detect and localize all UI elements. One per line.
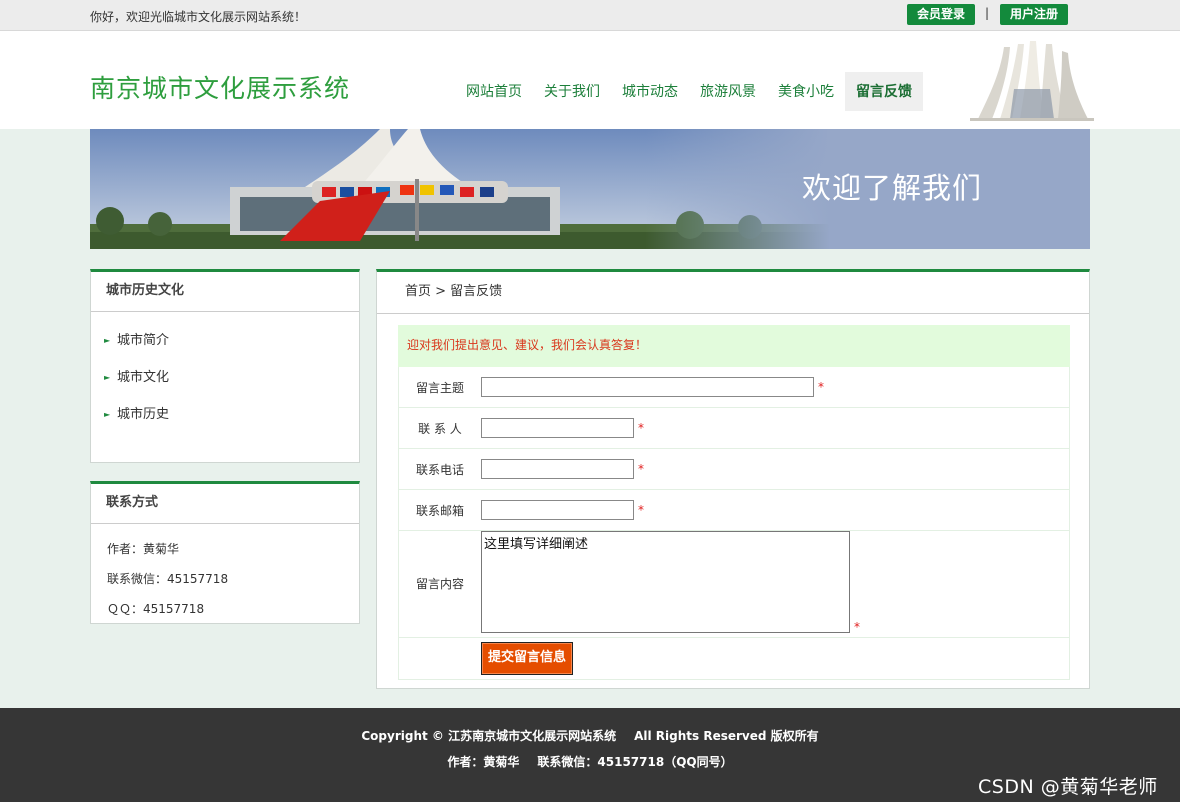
site-header: 南京城市文化展示系统 网站首页 关于我们 城市动态 旅游风景 美食小吃 留言反馈: [0, 31, 1180, 129]
footer-author: 作者：黄菊华: [447, 755, 520, 769]
sidebar-history-box: 城市历史文化 ► 城市简介 ► 城市文化 ► 城市历史: [90, 269, 360, 463]
topbar-separator: |: [985, 6, 990, 20]
contact-label: 联 系 人: [418, 422, 462, 436]
form-row-content: 留言内容 这里填写详细阐述 *: [399, 531, 1069, 638]
sidebar-history-title: 城市历史文化: [91, 272, 359, 312]
contact-details: 作者：黄菊华 联系微信：45157718 ＱＱ：45157718: [91, 524, 359, 624]
nav-item-food[interactable]: 美食小吃: [767, 72, 845, 111]
required-mark: *: [818, 380, 824, 394]
content-label: 留言内容: [415, 577, 464, 591]
sidebar-contact-box: 联系方式 作者：黄菊华 联系微信：45157718 ＱＱ：45157718: [90, 481, 360, 624]
form-row-contact: 联 系 人 *: [399, 408, 1069, 449]
feedback-form: 留言主题 * 联 系 人 * 联系电话 * 联系邮箱 * 留言内容 这里填写详细…: [398, 367, 1070, 680]
page-banner: 欢迎了解我们: [90, 129, 1090, 249]
contact-input[interactable]: [481, 418, 634, 438]
phone-label: 联系电话: [415, 463, 464, 477]
sidebar-contact-title: 联系方式: [91, 484, 359, 524]
required-mark: *: [638, 503, 644, 517]
contact-qq: ＱＱ：45157718: [107, 602, 205, 616]
banner-photo: [90, 129, 830, 249]
form-row-subject: 留言主题 *: [399, 367, 1069, 408]
login-button[interactable]: 会员登录: [907, 4, 976, 25]
phone-input[interactable]: [481, 459, 634, 479]
bullet-arrow-icon: ►: [104, 336, 111, 345]
notice-message: 迎对我们提出意见、建议，我们会认真答复！: [398, 325, 1070, 367]
building-logo-image: [970, 41, 1094, 121]
main-nav: 网站首页 关于我们 城市动态 旅游风景 美食小吃 留言反馈: [455, 72, 923, 111]
breadcrumb: 首页 > 留言反馈: [377, 272, 1089, 314]
email-input[interactable]: [481, 500, 634, 520]
sidebar-item-intro[interactable]: ► 城市简介: [91, 324, 359, 361]
footer-line-1: Copyright © 江苏南京城市文化展示网站系统 All Rights Res…: [0, 727, 1180, 744]
subject-input[interactable]: [481, 377, 814, 397]
contact-wechat: 联系微信：45157718: [107, 572, 229, 586]
nav-item-about[interactable]: 关于我们: [533, 72, 611, 111]
required-mark: *: [854, 620, 860, 634]
csdn-watermark: CSDN @黄菊华老师: [978, 776, 1158, 798]
nav-item-news[interactable]: 城市动态: [611, 72, 689, 111]
content-textarea[interactable]: 这里填写详细阐述: [481, 531, 850, 633]
nav-item-scenery[interactable]: 旅游风景: [689, 72, 767, 111]
contact-author: 作者：黄菊华: [107, 542, 180, 556]
required-mark: *: [638, 462, 644, 476]
sidebar-item-culture[interactable]: ► 城市文化: [91, 361, 359, 398]
main-content: 首页 > 留言反馈 迎对我们提出意见、建议，我们会认真答复！ 留言主题 * 联 …: [376, 269, 1090, 689]
sidebar-item-history[interactable]: ► 城市历史: [91, 398, 359, 435]
footer-rights: All Rights Reserved 版权所有: [634, 729, 819, 743]
bullet-arrow-icon: ►: [104, 410, 111, 419]
footer-wechat: 联系微信：45157718（QQ同号）: [537, 755, 733, 769]
footer-line-2: 作者：黄菊华 联系微信：45157718（QQ同号）: [0, 753, 1180, 770]
form-row-submit: 提交留言信息: [399, 638, 1069, 679]
sidebar-item-label: 城市文化: [117, 370, 170, 385]
nav-item-feedback[interactable]: 留言反馈: [845, 72, 923, 111]
site-title[interactable]: 南京城市文化展示系统: [90, 69, 350, 105]
site-footer: Copyright © 江苏南京城市文化展示网站系统 All Rights Res…: [0, 708, 1180, 802]
subject-label: 留言主题: [415, 381, 464, 395]
sidebar-item-label: 城市简介: [117, 333, 170, 348]
sidebar-item-label: 城市历史: [117, 407, 170, 422]
required-mark: *: [638, 421, 644, 435]
sidebar-history-list: ► 城市简介 ► 城市文化 ► 城市历史: [91, 312, 359, 435]
submit-button[interactable]: 提交留言信息: [481, 642, 573, 675]
form-row-email: 联系邮箱 *: [399, 490, 1069, 531]
email-label: 联系邮箱: [415, 504, 464, 518]
bullet-arrow-icon: ►: [104, 373, 111, 382]
top-bar: 你好，欢迎光临城市文化展示网站系统！ 会员登录 | 用户注册: [0, 0, 1180, 31]
welcome-text: 你好，欢迎光临城市文化展示网站系统！: [90, 10, 307, 24]
banner-caption: 欢迎了解我们: [802, 171, 983, 205]
form-row-phone: 联系电话 *: [399, 449, 1069, 490]
footer-copyright: Copyright © 江苏南京城市文化展示网站系统: [361, 729, 617, 743]
register-button[interactable]: 用户注册: [1000, 4, 1069, 25]
nav-item-home[interactable]: 网站首页: [455, 72, 533, 111]
